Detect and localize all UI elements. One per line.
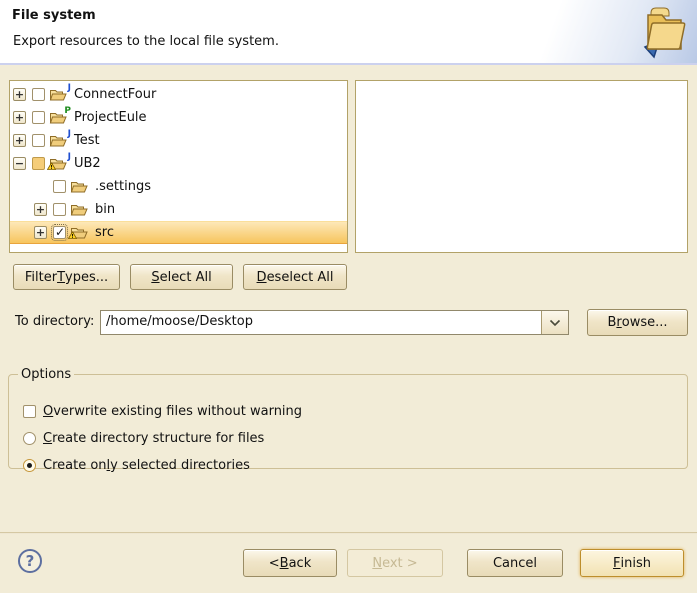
next-button-disabled: Next > <box>347 549 443 577</box>
button-label: < <box>269 556 280 571</box>
finish-button[interactable]: Finish <box>580 549 684 577</box>
cancel-button[interactable]: Cancel <box>467 549 563 577</box>
checkbox-connectfour[interactable] <box>32 88 45 101</box>
open-folder-icon <box>70 202 89 218</box>
directory-value[interactable]: /home/moose/Desktop <box>106 314 253 329</box>
button-label: Filter <box>25 270 57 285</box>
checkbox-test[interactable] <box>32 134 45 147</box>
create-structure-option[interactable]: Create directory structure for files <box>23 430 264 446</box>
java-badge: J <box>68 129 71 139</box>
tree-item-label: UB2 <box>72 156 101 171</box>
create-only-selected-label: Create only selected directories <box>43 458 250 473</box>
options-legend: Options <box>18 367 74 382</box>
checkbox-bin[interactable] <box>53 203 66 216</box>
java-project-warning-open-folder-icon: J <box>49 156 68 172</box>
tree-row-src-selected[interactable]: + src <box>10 221 347 244</box>
file-list-panel[interactable] <box>355 80 688 253</box>
button-label: Cancel <box>493 556 537 571</box>
java-project-open-folder-icon: J <box>49 87 68 103</box>
chevron-down-icon[interactable] <box>541 311 568 334</box>
java-project-open-folder-icon: J <box>49 133 68 149</box>
tree-row-connectfour[interactable]: + J ConnectFour <box>10 83 347 106</box>
java-badge: J <box>68 83 71 93</box>
wizard-header: File system Export resources to the loca… <box>0 0 697 65</box>
browse-button[interactable]: Browse... <box>587 309 688 336</box>
filter-types-button[interactable]: Filter Types... <box>13 264 120 290</box>
tree-row-bin[interactable]: + bin <box>10 198 347 221</box>
resource-tree[interactable]: + J ConnectFour + P ProjectEule + J <box>9 80 348 253</box>
help-button[interactable]: ? <box>18 549 42 573</box>
tree-item-label: src <box>93 225 114 240</box>
tree-item-label: ProjectEule <box>72 110 147 125</box>
select-all-button[interactable]: Select All <box>130 264 233 290</box>
create-structure-radio[interactable] <box>23 432 36 445</box>
expand-icon[interactable]: + <box>34 226 47 239</box>
directory-combo[interactable]: /home/moose/Desktop <box>100 310 569 335</box>
create-only-selected-radio-selected[interactable] <box>23 459 36 472</box>
expand-icon[interactable]: + <box>13 88 26 101</box>
back-button[interactable]: < Back <box>243 549 337 577</box>
deselect-all-button[interactable]: Deselect All <box>243 264 347 290</box>
tree-item-label: .settings <box>93 179 151 194</box>
tree-item-label: bin <box>93 202 115 217</box>
warning-overlay-icon <box>47 155 56 174</box>
collapse-icon[interactable]: − <box>13 157 26 170</box>
to-directory-label: To directory: <box>15 314 94 329</box>
tree-row-settings[interactable]: .settings <box>10 175 347 198</box>
create-only-selected-option[interactable]: Create only selected directories <box>23 457 250 473</box>
footer-separator <box>0 532 697 534</box>
button-label: B <box>607 315 616 330</box>
project-open-folder-icon: P <box>49 110 68 126</box>
warning-overlay-icon <box>68 224 77 243</box>
create-structure-label: Create directory structure for files <box>43 431 264 446</box>
project-badge: P <box>64 106 71 116</box>
tree-row-ub2[interactable]: − J UB2 <box>10 152 347 175</box>
overwrite-label: Overwrite existing files without warning <box>43 404 302 419</box>
checkbox-settings[interactable] <box>53 180 66 193</box>
java-badge: J <box>68 152 71 162</box>
overwrite-option[interactable]: Overwrite existing files without warning <box>23 403 302 419</box>
open-folder-icon <box>70 179 89 195</box>
expand-icon[interactable]: + <box>13 111 26 124</box>
checkbox-ub2-partial[interactable] <box>32 157 45 170</box>
options-group: Options Overwrite existing files without… <box>8 367 688 469</box>
page-title: File system <box>12 8 96 23</box>
expand-icon[interactable]: + <box>13 134 26 147</box>
expand-icon[interactable]: + <box>34 203 47 216</box>
warning-open-folder-icon <box>70 225 89 241</box>
tree-row-test[interactable]: + J Test <box>10 129 347 152</box>
overwrite-checkbox[interactable] <box>23 405 36 418</box>
question-mark-icon: ? <box>26 552 35 570</box>
checkbox-projecteule[interactable] <box>32 111 45 124</box>
checkbox-src-checked[interactable] <box>53 226 66 239</box>
tree-item-label: ConnectFour <box>72 87 156 102</box>
tree-item-label: Test <box>72 133 100 148</box>
tree-row-projecteule[interactable]: + P ProjectEule <box>10 106 347 129</box>
export-open-folder-icon <box>621 3 687 65</box>
export-wizard-dialog: File system Export resources to the loca… <box>0 0 697 593</box>
page-subtitle: Export resources to the local file syste… <box>13 34 279 49</box>
